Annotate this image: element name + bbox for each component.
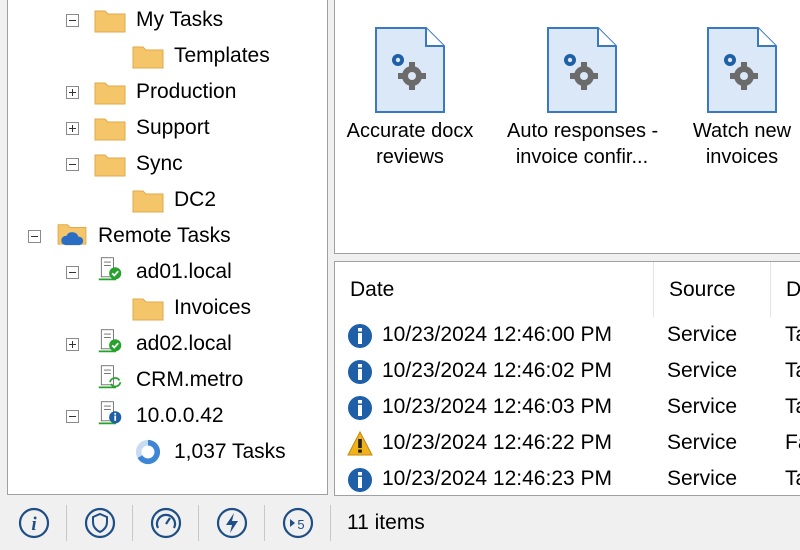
log-description: Ta [785,395,800,418]
folder-icon [94,118,126,141]
folder-icon [94,154,126,177]
shield-icon[interactable] [84,507,116,539]
task-file-gears-icon [547,27,617,113]
gauge-icon[interactable] [150,507,182,539]
log-description: Ta [785,323,800,346]
log-source: Service [667,323,738,346]
log-source: Service [667,431,738,454]
folder-icon [94,10,126,33]
log-table[interactable]: Date Source D 10/23/2024 12:46:00 PM Ser… [334,261,800,496]
log-description: Ta [785,359,800,382]
task-label-line2: invoices [705,146,779,168]
task-tile-watch-new-invoices[interactable]: Watch new invoices [667,26,800,170]
server-ok-icon [98,257,122,281]
status-bar: i 5 11 items [0,497,800,550]
log-date: 10/23/2024 12:46:00 PM [382,323,613,346]
info-icon[interactable]: i [18,507,50,539]
collapse-toggle[interactable] [66,14,79,27]
log-source: Service [667,467,738,490]
task-icons-view[interactable]: Accurate docx reviews Auto responses - i… [334,0,800,254]
folder-icon [132,46,164,69]
tree-item-sync[interactable]: Sync [136,152,183,176]
task-label-line1: Auto responses - [507,120,659,142]
task-file-gears-icon [375,27,445,113]
server-info-icon [98,401,122,425]
folder-icon [132,298,164,321]
server-ok-icon [98,329,122,353]
warning-icon [347,431,373,456]
tree-item-dc2[interactable]: DC2 [174,188,216,212]
tree-item-production[interactable]: Production [136,80,236,104]
collapse-toggle[interactable] [66,266,79,279]
info-icon [348,468,372,492]
separator [66,505,67,541]
task-file-gears-icon [707,27,777,113]
tree-item-templates[interactable]: Templates [174,44,270,68]
tree-item-ad02-local[interactable]: ad02.local [136,332,232,356]
separator [264,505,265,541]
lightning-icon[interactable] [216,507,248,539]
task-label-line1: Accurate docx [346,120,474,142]
separator [132,505,133,541]
table-row[interactable]: 10/23/2024 12:46:02 PM Service Ta [335,353,800,389]
tree-item-my-tasks[interactable]: My Tasks [136,8,223,32]
collapse-toggle[interactable] [66,410,79,423]
loading-ring-icon [135,439,161,465]
log-source: Service [667,359,738,382]
play-five-icon[interactable]: 5 [282,507,314,539]
svg-text:i: i [31,514,37,535]
collapse-toggle[interactable] [28,230,41,243]
column-header-source[interactable]: Source [654,262,771,317]
task-label-line2: reviews [376,146,444,168]
task-tile-accurate-docx[interactable]: Accurate docx reviews [335,26,485,170]
separator [198,505,199,541]
table-row[interactable]: 10/23/2024 12:46:22 PM Service Fa [335,425,800,461]
table-row[interactable]: 10/23/2024 12:46:00 PM Service Ta [335,317,800,353]
tree-item-invoices[interactable]: Invoices [174,296,251,320]
table-row[interactable]: 10/23/2024 12:46:03 PM Service Ta [335,389,800,425]
log-description: Fa [785,431,800,454]
expand-toggle[interactable] [66,122,79,135]
log-source: Service [667,395,738,418]
column-header-date[interactable]: Date [335,262,654,317]
tree-item-support[interactable]: Support [136,116,210,140]
log-date: 10/23/2024 12:46:23 PM [382,467,613,490]
task-tree[interactable]: My Tasks Templates Production Support Sy… [7,0,328,495]
info-icon [348,396,372,420]
tree-item-ad01-local[interactable]: ad01.local [136,260,232,284]
svg-text:5: 5 [297,517,304,532]
log-date: 10/23/2024 12:46:22 PM [382,431,613,454]
task-label-line1: Watch new [692,120,792,142]
tree-item-remote-tasks[interactable]: Remote Tasks [98,224,231,248]
column-header-description[interactable]: D [771,262,800,317]
tree-item-10-0-0-42[interactable]: 10.0.0.42 [136,404,224,428]
folder-icon [132,190,164,213]
task-label-line2: invoice confir... [515,146,649,168]
log-description: Ta [785,467,800,490]
tree-item-crm-metro[interactable]: CRM.metro [136,368,243,392]
info-icon [348,324,372,348]
separator [330,505,331,541]
cloud-folder-icon [57,224,87,246]
items-count: 11 items [347,511,425,534]
expand-toggle[interactable] [66,86,79,99]
folder-icon [94,82,126,105]
log-date: 10/23/2024 12:46:02 PM [382,359,613,382]
server-sync-icon [98,365,122,389]
table-row[interactable]: 10/23/2024 12:46:23 PM Service Ta [335,461,800,495]
info-icon [348,360,372,384]
task-tile-auto-responses[interactable]: Auto responses - invoice confir... [507,26,659,170]
log-date: 10/23/2024 12:46:03 PM [382,395,613,418]
expand-toggle[interactable] [66,338,79,351]
collapse-toggle[interactable] [66,158,79,171]
tree-item-task-count[interactable]: 1,037 Tasks [174,440,286,464]
